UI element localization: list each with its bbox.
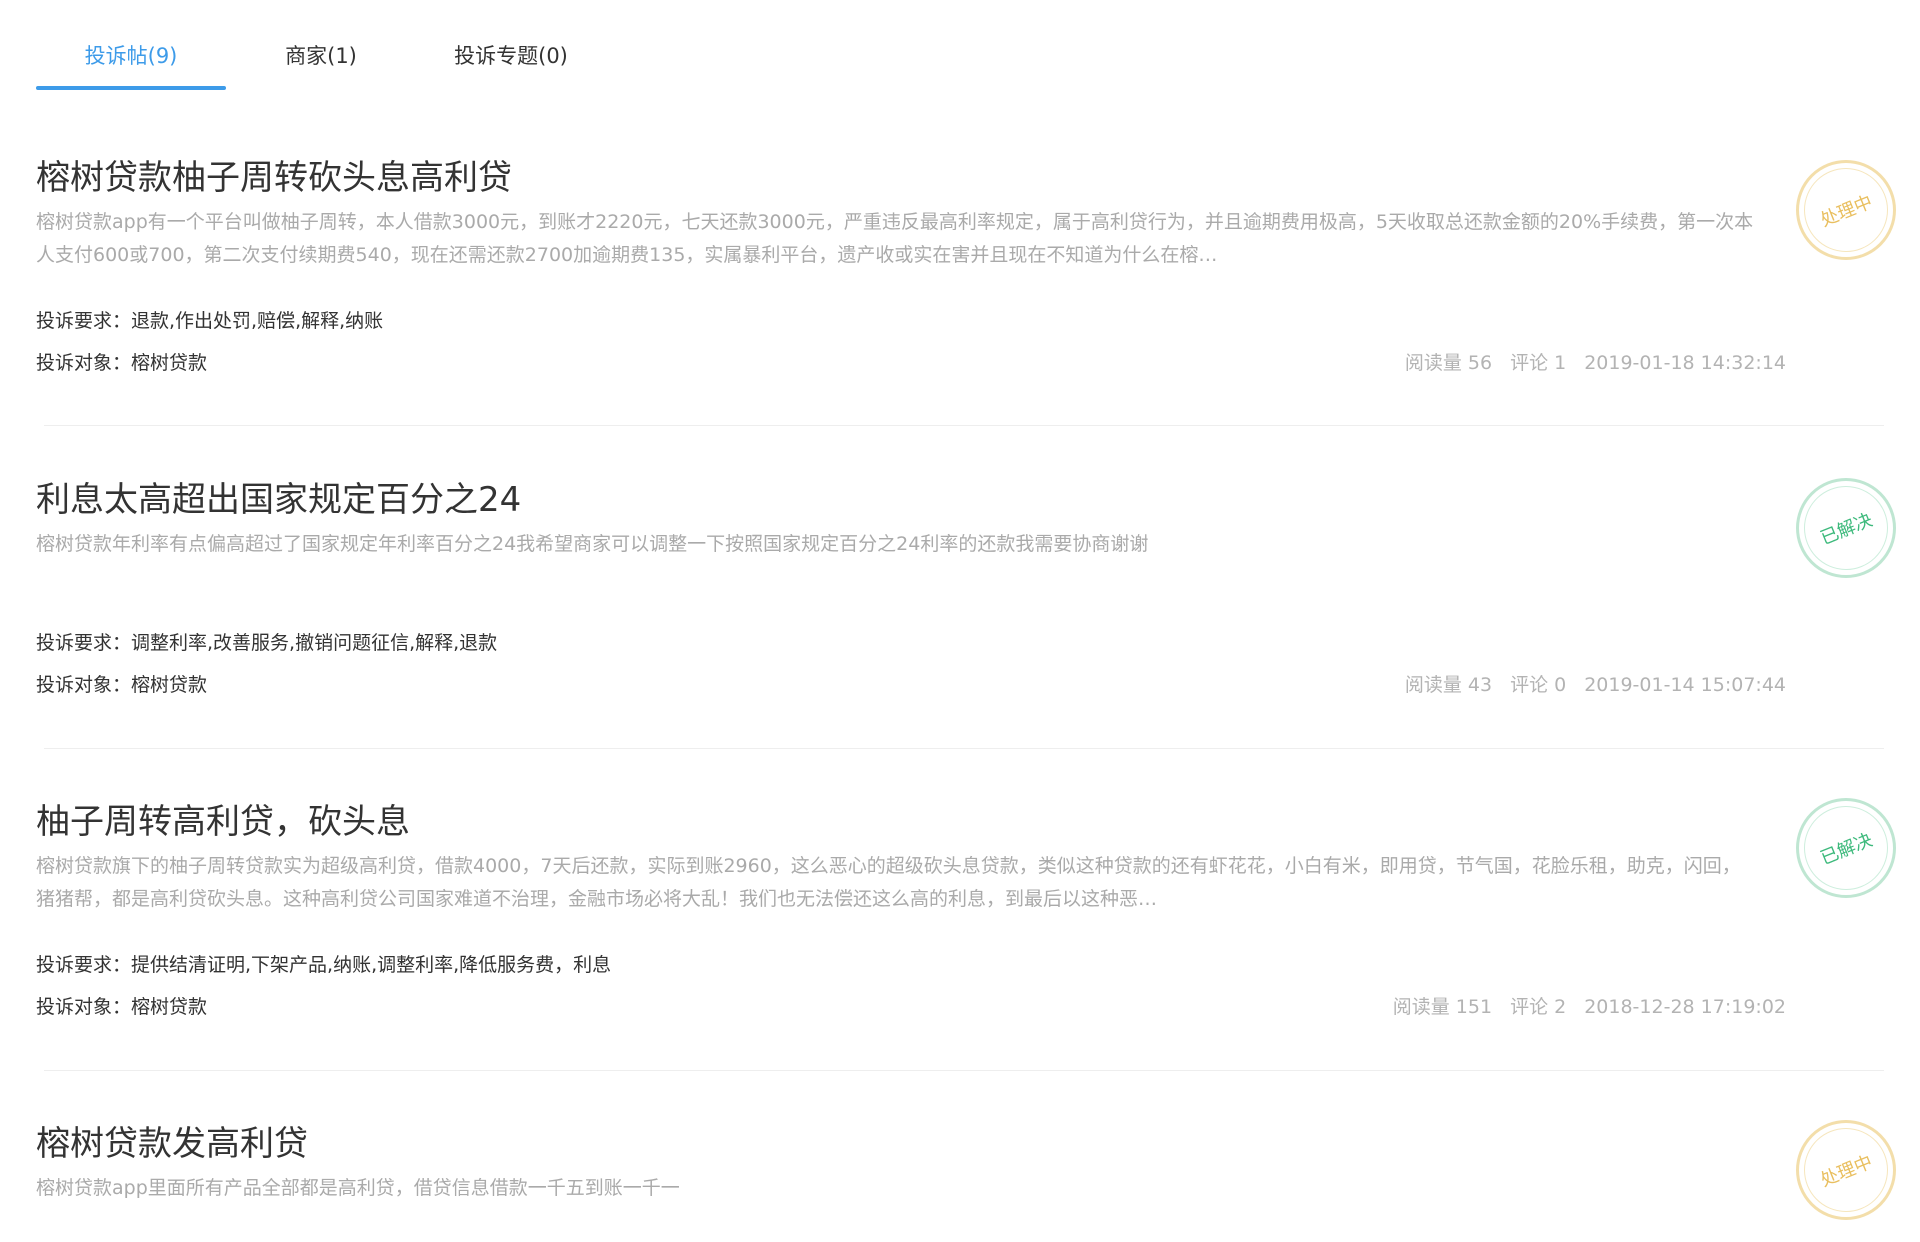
post-time: 2018-12-28 17:19:02 bbox=[1584, 996, 1786, 1018]
post-time: 2019-01-14 15:07:44 bbox=[1584, 674, 1786, 696]
post-title[interactable]: 榕树贷款柚子周转砍头息高利贷 bbox=[36, 150, 512, 199]
post-divider bbox=[44, 748, 1884, 749]
comment-count: 评论 0 bbox=[1510, 674, 1567, 696]
target-label: 投诉对象： bbox=[36, 674, 132, 696]
post-time: 2019-01-18 14:32:14 bbox=[1584, 352, 1786, 374]
target-value[interactable]: 榕树贷款 bbox=[131, 674, 207, 696]
target-label: 投诉对象： bbox=[36, 352, 132, 374]
post-stats: 阅读量 43 评论 0 2019-01-14 15:07:44 bbox=[1387, 670, 1786, 697]
post-demand: 投诉要求：提供结清证明,下架产品,纳账,调整利率,降低服务费，利息 bbox=[36, 950, 611, 977]
view-count: 阅读量 56 bbox=[1404, 352, 1493, 374]
demand-value: 退款,作出处罚,赔偿,解释,纳账 bbox=[131, 310, 384, 332]
post-stats: 阅读量 56 评论 1 2019-01-18 14:32:14 bbox=[1387, 348, 1786, 375]
post-stats: 阅读量 151 评论 2 2018-12-28 17:19:02 bbox=[1375, 992, 1786, 1019]
status-stamp-text: 处理中 bbox=[1791, 155, 1901, 265]
target-label: 投诉对象： bbox=[36, 996, 132, 1018]
target-value[interactable]: 榕树贷款 bbox=[131, 352, 207, 374]
status-stamp: 已解决 bbox=[1791, 473, 1901, 583]
post-target: 投诉对象：榕树贷款 bbox=[36, 670, 207, 697]
tab-bar: 投诉帖(9) 商家(1) 投诉专题(0) bbox=[36, 20, 606, 90]
post-demand: 投诉要求：调整利率,改善服务,撤销问题征信,解释,退款 bbox=[36, 628, 497, 655]
tab-complaint-topics[interactable]: 投诉专题(0) bbox=[416, 20, 606, 90]
post-target: 投诉对象：榕树贷款 bbox=[36, 348, 207, 375]
complaint-post[interactable]: 利息太高超出国家规定百分之24 榕树贷款年利率有点偏高超过了国家规定年利率百分之… bbox=[36, 472, 1901, 712]
complaint-post[interactable]: 榕树贷款发高利贷 榕树贷款app里面所有产品全部都是高利贷，借贷信息借款一千五到… bbox=[36, 1115, 1901, 1242]
comment-count: 评论 2 bbox=[1510, 996, 1567, 1018]
view-count: 阅读量 43 bbox=[1404, 674, 1493, 696]
post-title[interactable]: 榕树贷款发高利贷 bbox=[36, 1116, 308, 1165]
status-stamp: 已解决 bbox=[1791, 793, 1901, 903]
post-title[interactable]: 柚子周转高利贷，砍头息 bbox=[36, 794, 410, 843]
status-stamp-text: 已解决 bbox=[1791, 473, 1901, 583]
post-divider bbox=[44, 425, 1884, 426]
comment-count: 评论 1 bbox=[1510, 352, 1567, 374]
tab-merchants[interactable]: 商家(1) bbox=[226, 20, 416, 90]
post-demand: 投诉要求：退款,作出处罚,赔偿,解释,纳账 bbox=[36, 306, 383, 333]
target-value[interactable]: 榕树贷款 bbox=[131, 996, 207, 1018]
post-summary: 榕树贷款年利率有点偏高超过了国家规定年利率百分之24我希望商家可以调整一下按照国… bbox=[36, 533, 1149, 555]
demand-label: 投诉要求： bbox=[36, 310, 132, 332]
status-stamp: 处理中 bbox=[1791, 1115, 1901, 1225]
post-title[interactable]: 利息太高超出国家规定百分之24 bbox=[36, 472, 521, 521]
post-summary: 榕树贷款旗下的柚子周转贷款实为超级高利贷，借款4000，7天后还款，实际到账29… bbox=[36, 855, 1741, 910]
view-count: 阅读量 151 bbox=[1392, 996, 1493, 1018]
status-stamp: 处理中 bbox=[1791, 155, 1901, 265]
post-summary: 榕树贷款app有一个平台叫做柚子周转，本人借款3000元，到账才2220元，七天… bbox=[36, 211, 1754, 266]
complaint-post[interactable]: 榕树贷款柚子周转砍头息高利贷 榕树贷款app有一个平台叫做柚子周转，本人借款30… bbox=[36, 150, 1901, 390]
demand-value: 调整利率,改善服务,撤销问题征信,解释,退款 bbox=[131, 632, 498, 654]
demand-label: 投诉要求： bbox=[36, 954, 132, 976]
status-stamp-text: 已解决 bbox=[1791, 793, 1901, 903]
post-summary: 榕树贷款app里面所有产品全部都是高利贷，借贷信息借款一千五到账一千一 bbox=[36, 1177, 680, 1199]
tab-complaint-posts[interactable]: 投诉帖(9) bbox=[36, 20, 226, 90]
demand-value: 提供结清证明,下架产品,纳账,调整利率,降低服务费，利息 bbox=[131, 954, 612, 976]
demand-label: 投诉要求： bbox=[36, 632, 132, 654]
complaint-post[interactable]: 柚子周转高利贷，砍头息 榕树贷款旗下的柚子周转贷款实为超级高利贷，借款4000，… bbox=[36, 793, 1901, 1034]
post-target: 投诉对象：榕树贷款 bbox=[36, 992, 207, 1019]
status-stamp-text: 处理中 bbox=[1791, 1115, 1901, 1225]
post-divider bbox=[44, 1070, 1884, 1071]
